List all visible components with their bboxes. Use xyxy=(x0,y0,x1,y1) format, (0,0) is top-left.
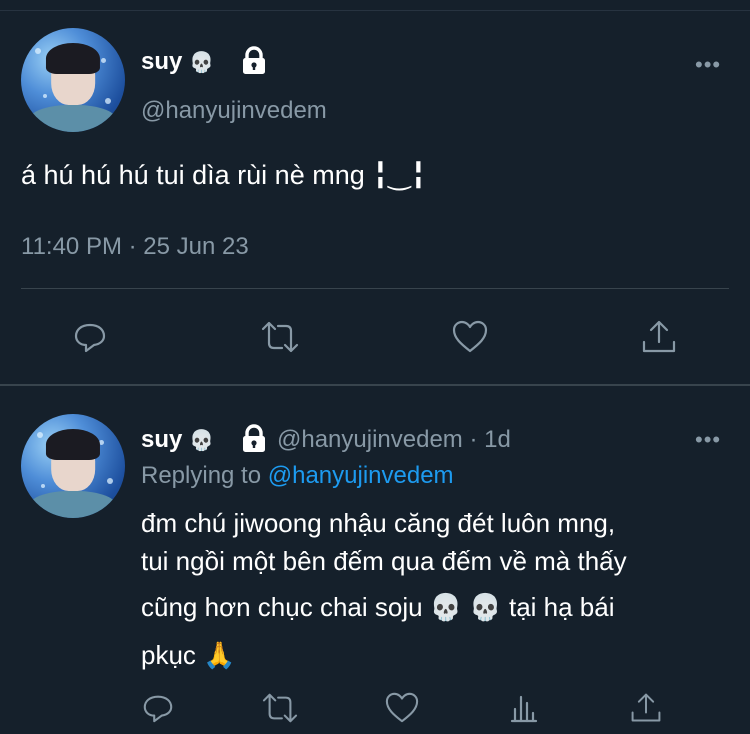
reply-avatar[interactable] xyxy=(21,414,125,518)
section-divider xyxy=(0,384,750,386)
reply-more-options-button[interactable]: ••• xyxy=(695,427,721,453)
reply-handle[interactable]: @hanyujinvedem xyxy=(277,426,463,453)
retweet-icon xyxy=(261,321,299,353)
like-icon xyxy=(385,692,419,723)
top-divider xyxy=(0,10,750,11)
retweet-icon xyxy=(262,693,298,723)
reply-reply-button[interactable] xyxy=(136,686,180,730)
share-button[interactable] xyxy=(637,315,681,359)
reply-line: tui ngồi một bên đếm qua đếm về mà thấy xyxy=(141,546,627,576)
reply-button[interactable] xyxy=(68,315,112,359)
analytics-icon xyxy=(510,695,538,723)
share-icon xyxy=(642,320,676,353)
share-icon xyxy=(631,693,661,722)
reply-retweet-button[interactable] xyxy=(258,686,302,730)
reply-line: pkục 🙏 xyxy=(141,640,236,670)
avatar[interactable] xyxy=(21,28,125,132)
reply-share-button[interactable] xyxy=(624,686,668,730)
more-options-button[interactable]: ••• xyxy=(695,52,721,78)
replying-to-handle[interactable]: @hanyujinvedem xyxy=(268,462,454,489)
lock-icon xyxy=(243,424,265,452)
analytics-button[interactable] xyxy=(502,686,546,730)
handle[interactable]: @hanyujinvedem xyxy=(141,97,327,125)
timestamp[interactable]: 11:40 PM · 25 Jun 23 xyxy=(21,233,249,261)
reply-like-button[interactable] xyxy=(380,686,424,730)
retweet-button[interactable] xyxy=(258,315,302,359)
skull-emoji: 💀 xyxy=(189,50,214,74)
reply-text: đm chú jiwoong nhậu căng đét luôn mng, t… xyxy=(141,508,731,680)
reply-display-name[interactable]: suy 💀 xyxy=(141,426,214,454)
like-button[interactable] xyxy=(448,315,492,359)
like-icon xyxy=(452,320,488,353)
skull-emoji: 💀 xyxy=(189,428,214,452)
lock-icon xyxy=(243,46,265,74)
reply-line: cũng hơn chục chai soju 💀 💀 tại hạ bái xyxy=(141,592,615,622)
tweet-text: á hú hú hú tui dìa rùi nè mng ╏‿╏ xyxy=(21,160,427,190)
display-name[interactable]: suy 💀 xyxy=(141,48,214,76)
replying-to: Replying to @hanyujinvedem xyxy=(141,462,454,489)
reply-age[interactable]: 1d xyxy=(484,426,511,453)
divider xyxy=(21,288,729,289)
reply-handle-line: @hanyujinvedem · 1d xyxy=(277,426,511,453)
reply-icon xyxy=(74,323,106,353)
reply-icon xyxy=(143,695,173,723)
reply-line: đm chú jiwoong nhậu căng đét luôn mng, xyxy=(141,508,616,538)
